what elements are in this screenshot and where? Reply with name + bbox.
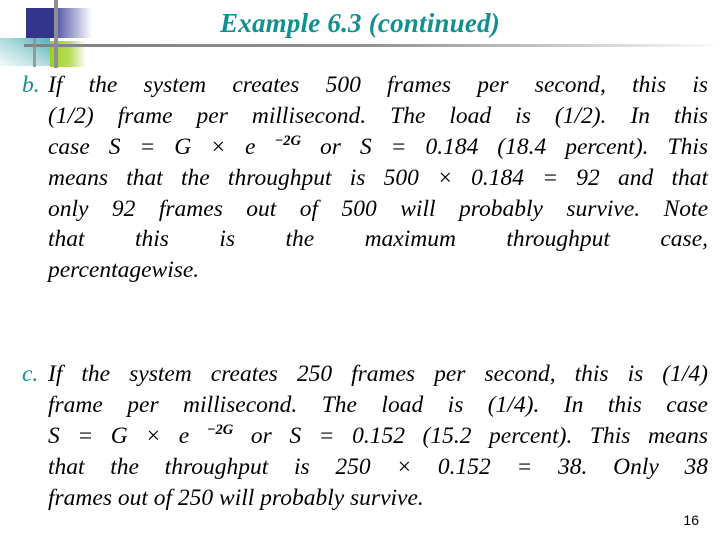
text-line: frame per millisecond. The load is (1/4)… <box>48 392 708 419</box>
slide: Example 6.3 (continued) b. If the system… <box>0 0 720 540</box>
slide-title: Example 6.3 (continued) <box>220 8 500 38</box>
text-line: only 92 frames out of 500 will probably … <box>48 195 708 222</box>
list-item-c: c. If the system creates 250 frames per … <box>14 359 708 540</box>
list-marker-b: b. <box>22 72 40 98</box>
decoration-vertical-line-short <box>33 38 36 67</box>
text-line-formula: S = G × e −2G or S = 0.152 (15.2 percent… <box>48 421 708 452</box>
list-marker-c: c. <box>22 361 39 388</box>
text-line: that this is the maximum throughput case… <box>48 226 708 253</box>
formula-exponent: −2G <box>206 422 234 439</box>
formula-tail: or S = 0.184 (18.4 percent). This <box>301 133 708 160</box>
formula-base: case S = G × e <box>48 133 275 160</box>
text-line: that the throughput is 250 × 0.152 = 38.… <box>48 453 708 480</box>
text-line: percentagewise. <box>48 257 200 284</box>
text-line: If the system creates 500 frames per sec… <box>48 72 708 98</box>
formula-exponent: −2G <box>274 132 302 149</box>
page-number: 16 <box>683 512 699 528</box>
decoration-teal-gradient-square <box>0 38 50 66</box>
text-line: frames out of 250 will probably survive. <box>48 484 424 511</box>
slide-body: b. If the system creates 500 frames per … <box>14 70 708 540</box>
text-line: If the system creates 250 frames per sec… <box>48 361 708 388</box>
decoration-horizontal-rule <box>24 44 720 47</box>
list-item-b: b. If the system creates 500 frames per … <box>14 70 708 317</box>
formula-tail: or S = 0.152 (15.2 percent). This means <box>233 422 708 449</box>
text-line: means that the throughput is 500 × 0.184… <box>48 164 708 191</box>
text-line-formula: case S = G × e −2G or S = 0.184 (18.4 pe… <box>48 132 708 163</box>
formula-base: S = G × e <box>48 422 207 449</box>
text-line: (1/2) frame per millisecond. The load is… <box>48 102 708 129</box>
